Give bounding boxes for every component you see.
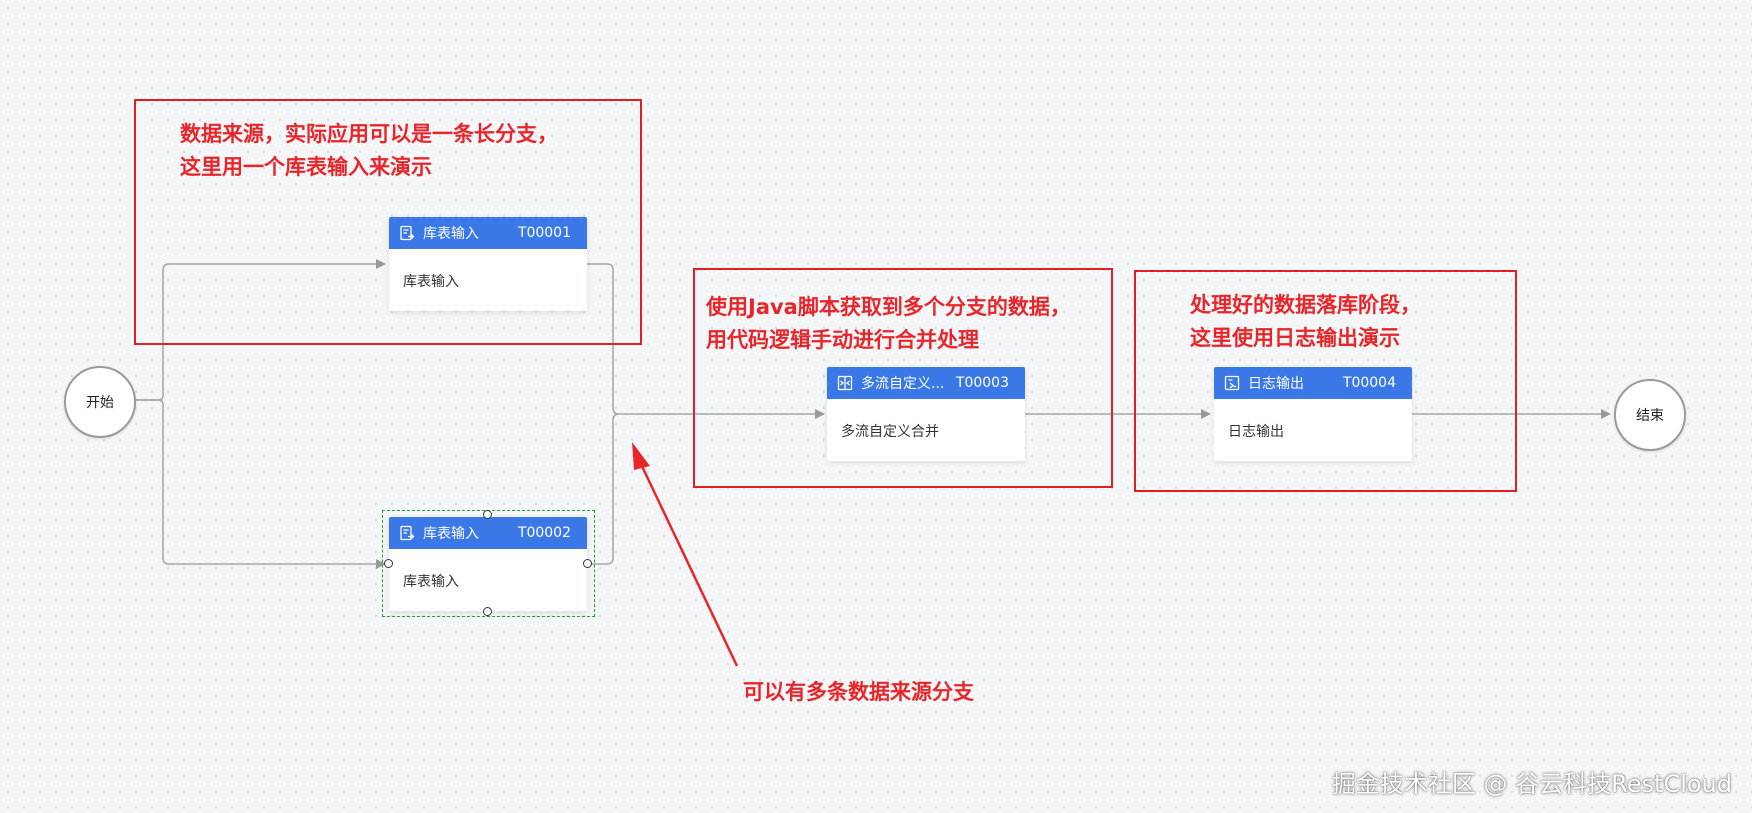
annotation-line: 这里使用日志输出演示 — [1190, 326, 1400, 350]
task-node-body: 库表输入 — [403, 274, 459, 290]
task-node-body: 多流自定义合并 — [841, 424, 939, 440]
annotation-text-merge: 使用Java脚本获取到多个分支的数据， 用代码逻辑手动进行合并处理 — [706, 291, 1071, 357]
task-node-header: 日志输出 T00004 — [1214, 367, 1412, 399]
table-input-icon — [400, 225, 415, 241]
task-node-name: 库表输入 — [423, 526, 479, 542]
task-node-header: 多流自定义... T00003 — [827, 367, 1025, 399]
connection-handle-right[interactable] — [583, 559, 592, 568]
annotation-text-source: 数据来源，实际应用可以是一条长分支， 这里用一个库表输入来演示 — [180, 118, 558, 184]
task-node-header: 库表输入 T00002 — [389, 517, 587, 549]
multi-stream-icon — [837, 375, 853, 391]
annotation-text-sink: 处理好的数据落库阶段， 这里使用日志输出演示 — [1190, 289, 1421, 355]
log-output-icon — [1224, 375, 1240, 391]
task-node-id: T00003 — [955, 375, 1009, 391]
annotation-line: 可以有多条数据来源分支 — [743, 680, 974, 704]
task-node-body: 日志输出 — [1228, 424, 1284, 440]
annotation-line: 处理好的数据落库阶段， — [1190, 293, 1421, 317]
task-node-name: 库表输入 — [423, 226, 479, 242]
annotation-text-branches: 可以有多条数据来源分支 — [743, 676, 974, 709]
start-node[interactable]: 开始 — [64, 366, 136, 438]
task-node-header: 库表输入 T00001 — [389, 217, 587, 249]
annotation-line: 这里用一个库表输入来演示 — [180, 155, 432, 179]
task-node-t00002[interactable]: 库表输入 T00002 库表输入 — [389, 517, 587, 611]
connection-handle-top[interactable] — [483, 510, 492, 519]
task-node-id: T00002 — [517, 525, 571, 541]
edge-start-to-t2[interactable] — [136, 399, 386, 569]
connection-handle-left[interactable] — [384, 559, 393, 568]
annotation-line: 使用Java脚本获取到多个分支的数据， — [706, 295, 1071, 319]
annotation-line: 数据来源，实际应用可以是一条长分支， — [180, 122, 558, 146]
task-node-t00004[interactable]: 日志输出 T00004 日志输出 — [1214, 367, 1412, 461]
connection-handle-bottom[interactable] — [483, 607, 492, 616]
end-node-label: 结束 — [1636, 408, 1664, 424]
table-input-icon — [400, 525, 415, 541]
task-node-t00001[interactable]: 库表输入 T00001 库表输入 — [389, 217, 587, 311]
task-node-name: 多流自定义... — [861, 376, 945, 392]
annotation-line: 用代码逻辑手动进行合并处理 — [706, 328, 979, 352]
task-node-t00003[interactable]: 多流自定义... T00003 多流自定义合并 — [827, 367, 1025, 461]
end-node[interactable]: 结束 — [1614, 379, 1686, 451]
task-node-name: 日志输出 — [1248, 376, 1304, 392]
start-node-label: 开始 — [86, 395, 114, 411]
task-node-id: T00004 — [1342, 375, 1396, 391]
watermark: 掘金技术社区 @ 谷云科技RestCloud — [1331, 770, 1732, 798]
task-node-body: 库表输入 — [403, 574, 459, 590]
task-node-id: T00001 — [517, 225, 571, 241]
